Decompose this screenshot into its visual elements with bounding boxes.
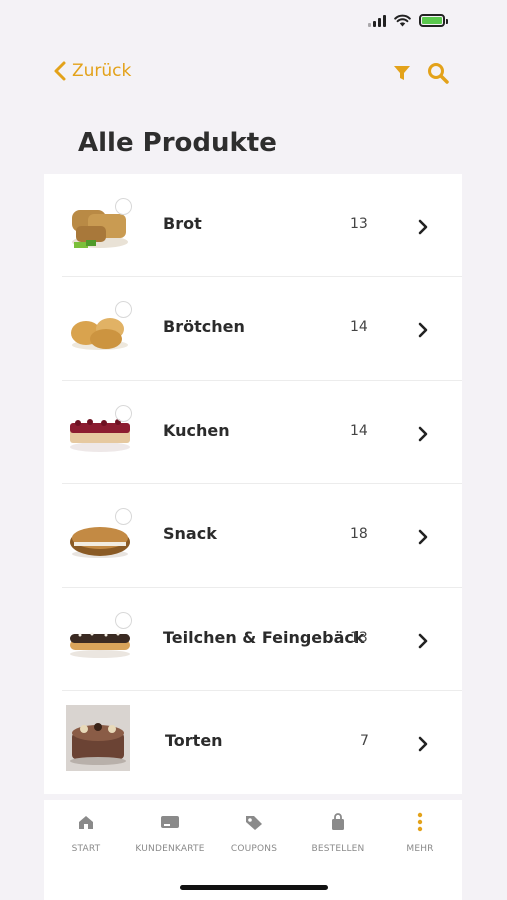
status-bar xyxy=(368,14,448,27)
teilchen-count: 13 xyxy=(350,629,368,646)
card-icon xyxy=(161,816,179,828)
chevron-left-icon xyxy=(54,61,66,81)
teilchen-badge xyxy=(115,611,132,629)
snack-count: 18 xyxy=(350,526,368,543)
list-item-torten[interactable]: Torten 7 xyxy=(44,691,462,794)
battery-icon xyxy=(419,14,448,27)
signal-icon xyxy=(368,14,386,27)
chevron-right-icon xyxy=(418,219,428,235)
tab-coupons[interactable]: COUPONS xyxy=(212,812,296,855)
back-button[interactable]: Zurück xyxy=(52,60,131,82)
back-label: Zurück xyxy=(72,61,132,81)
tab-bestellen[interactable]: BESTELLEN xyxy=(296,812,380,855)
kuchen-badge xyxy=(115,404,132,422)
header-actions xyxy=(393,62,449,84)
tab-kundenkarte[interactable]: KUNDENKARTE xyxy=(128,812,212,855)
tab-label: START xyxy=(71,844,101,854)
teilchen-label: Teilchen & Feingebäck xyxy=(163,627,365,647)
tab-label: MEHR xyxy=(406,844,434,854)
brot-count: 13 xyxy=(350,216,368,232)
filter-icon[interactable] xyxy=(393,64,411,82)
chevron-right-icon xyxy=(418,323,428,338)
home-indicator[interactable] xyxy=(180,885,328,890)
chevron-right-icon xyxy=(418,529,428,545)
list-item-snack[interactable]: Snack 18 xyxy=(44,484,462,588)
search-icon[interactable] xyxy=(427,62,449,84)
wifi-icon xyxy=(394,14,411,27)
torten-label: Torten xyxy=(165,730,223,750)
more-icon xyxy=(417,812,423,832)
snack-label: Snack xyxy=(163,524,217,544)
list-item-broetchen[interactable]: Brötchen 14 xyxy=(44,277,462,382)
page-title: Alle Produkte xyxy=(78,128,277,158)
broetchen-count: 14 xyxy=(350,319,368,336)
tab-label: BESTELLEN xyxy=(311,844,365,854)
kuchen-image xyxy=(66,399,134,465)
list-item-brot[interactable]: Brot 13 xyxy=(44,174,462,278)
kuchen-count: 14 xyxy=(350,422,368,439)
teilchen-image xyxy=(66,606,134,672)
chevron-right-icon xyxy=(418,736,428,752)
list-item-kuchen[interactable]: Kuchen 14 xyxy=(44,381,462,485)
snack-image xyxy=(66,502,134,568)
chevron-right-icon xyxy=(418,633,428,648)
category-list: Brot 13 Brötchen 14 Kuchen 14 Snack 18 T… xyxy=(44,174,462,794)
brot-label: Brot xyxy=(163,214,202,233)
broetchen-label: Brötchen xyxy=(163,317,245,337)
tab-mehr[interactable]: MEHR xyxy=(378,812,462,855)
broetchen-image xyxy=(66,295,134,361)
torten-image xyxy=(66,704,130,771)
tab-label: COUPONS xyxy=(230,844,278,854)
tab-start[interactable]: START xyxy=(44,812,128,855)
bag-icon xyxy=(332,813,344,830)
list-item-teilchen[interactable]: Teilchen & Feingebäck 13 xyxy=(44,588,462,692)
tag-icon xyxy=(246,816,262,830)
brot-image xyxy=(66,192,134,258)
tab-label: KUNDENKARTE xyxy=(135,844,205,854)
brot-badge xyxy=(115,198,132,215)
torten-count: 7 xyxy=(360,732,369,749)
chevron-right-icon xyxy=(418,426,428,442)
kuchen-label: Kuchen xyxy=(163,420,230,440)
home-icon xyxy=(79,816,93,829)
